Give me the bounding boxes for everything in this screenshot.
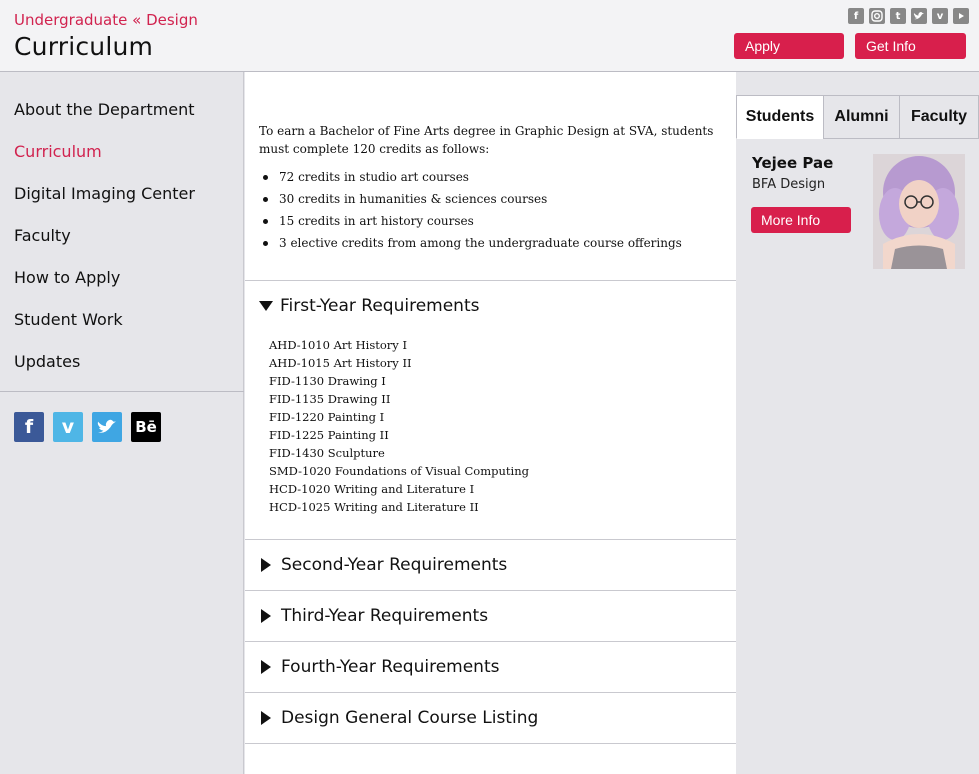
accordion-general-course-listing[interactable]: Design General Course Listing — [259, 708, 538, 728]
list-item: 72 credits in studio art courses — [259, 168, 682, 190]
list-item: 3 elective credits from among the underg… — [259, 234, 682, 256]
profile-photo[interactable] — [873, 154, 965, 269]
list-item: 15 credits in art history courses — [259, 212, 682, 234]
first-year-course-list: AHD-1010 Art History I AHD-1015 Art Hist… — [269, 336, 529, 516]
vimeo-icon[interactable]: v — [932, 8, 948, 24]
accordion-third-year[interactable]: Third-Year Requirements — [259, 606, 488, 626]
triangle-right-icon — [261, 711, 271, 725]
profile-degree: BFA Design — [752, 177, 826, 192]
divider — [245, 743, 736, 744]
sidebar-item-digital-imaging-center[interactable]: Digital Imaging Center — [14, 184, 195, 203]
sidebar-item-how-to-apply[interactable]: How to Apply — [14, 268, 120, 287]
header-social-links: f t v — [848, 8, 969, 24]
youtube-icon[interactable] — [953, 8, 969, 24]
profile-name: Yejee Pae — [752, 154, 834, 172]
left-sidebar: About the Department Curriculum Digital … — [0, 72, 244, 774]
curriculum-intro: To earn a Bachelor of Fine Arts degree i… — [259, 124, 714, 156]
tumblr-icon[interactable]: t — [890, 8, 906, 24]
people-tabs: Students Alumni Faculty — [736, 95, 979, 139]
triangle-down-icon — [259, 301, 273, 311]
sidebar-item-updates[interactable]: Updates — [14, 352, 80, 371]
get-info-button[interactable]: Get Info — [855, 33, 966, 59]
accordion-label: Third-Year Requirements — [281, 606, 489, 626]
breadcrumb[interactable]: Undergraduate « Design — [14, 11, 198, 29]
list-item: 30 credits in humanities & sciences cour… — [259, 190, 682, 212]
sidebar-item-curriculum[interactable]: Curriculum — [14, 142, 102, 161]
sidebar-social-links: f v Bē — [14, 412, 161, 442]
accordion-label: First-Year Requirements — [280, 296, 480, 316]
divider — [245, 539, 736, 540]
tab-students[interactable]: Students — [736, 95, 824, 139]
accordion-label: Fourth-Year Requirements — [281, 657, 500, 677]
divider — [245, 692, 736, 693]
accordion-fourth-year[interactable]: Fourth-Year Requirements — [259, 657, 499, 677]
triangle-right-icon — [261, 609, 271, 623]
credit-list: 72 credits in studio art courses 30 cred… — [259, 168, 682, 256]
twitter-icon[interactable] — [911, 8, 927, 24]
main-content: To earn a Bachelor of Fine Arts degree i… — [245, 72, 736, 774]
sidebar-divider — [0, 391, 244, 392]
divider — [245, 641, 736, 642]
instagram-icon[interactable] — [869, 8, 885, 24]
sidebar-item-faculty[interactable]: Faculty — [14, 226, 71, 245]
accordion-first-year[interactable]: First-Year Requirements — [259, 296, 479, 316]
more-info-button[interactable]: More Info — [751, 207, 851, 233]
list-item: FID-1135 Drawing II — [269, 392, 391, 406]
divider — [245, 590, 736, 591]
list-item: FID-1130 Drawing I — [269, 374, 386, 388]
tab-alumni[interactable]: Alumni — [823, 95, 900, 139]
list-item: SMD-1020 Foundations of Visual Computing — [269, 464, 529, 478]
accordion-label: Design General Course Listing — [281, 708, 539, 728]
list-item: AHD-1015 Art History II — [269, 356, 412, 370]
tab-faculty[interactable]: Faculty — [899, 95, 979, 139]
right-panel: Students Alumni Faculty Yejee Pae BFA De… — [736, 72, 979, 774]
triangle-right-icon — [261, 660, 271, 674]
page-title: Curriculum — [14, 32, 154, 61]
page-header: Undergraduate « Design Curriculum f t v … — [0, 0, 979, 72]
facebook-icon[interactable]: f — [14, 412, 44, 442]
sidebar-item-student-work[interactable]: Student Work — [14, 310, 123, 329]
list-item: HCD-1020 Writing and Literature I — [269, 482, 475, 496]
list-item: FID-1430 Sculpture — [269, 446, 385, 460]
list-item: HCD-1025 Writing and Literature II — [269, 500, 479, 514]
list-item: FID-1225 Painting II — [269, 428, 389, 442]
divider — [245, 280, 736, 281]
behance-icon[interactable]: Bē — [131, 412, 161, 442]
accordion-label: Second-Year Requirements — [281, 555, 508, 575]
accordion-second-year[interactable]: Second-Year Requirements — [259, 555, 507, 575]
sidebar-item-about-department[interactable]: About the Department — [14, 100, 195, 119]
list-item: FID-1220 Painting I — [269, 410, 385, 424]
triangle-right-icon — [261, 558, 271, 572]
twitter-icon[interactable] — [92, 412, 122, 442]
facebook-icon[interactable]: f — [848, 8, 864, 24]
vimeo-icon[interactable]: v — [53, 412, 83, 442]
apply-button[interactable]: Apply — [734, 33, 844, 59]
list-item: AHD-1010 Art History I — [269, 338, 407, 352]
